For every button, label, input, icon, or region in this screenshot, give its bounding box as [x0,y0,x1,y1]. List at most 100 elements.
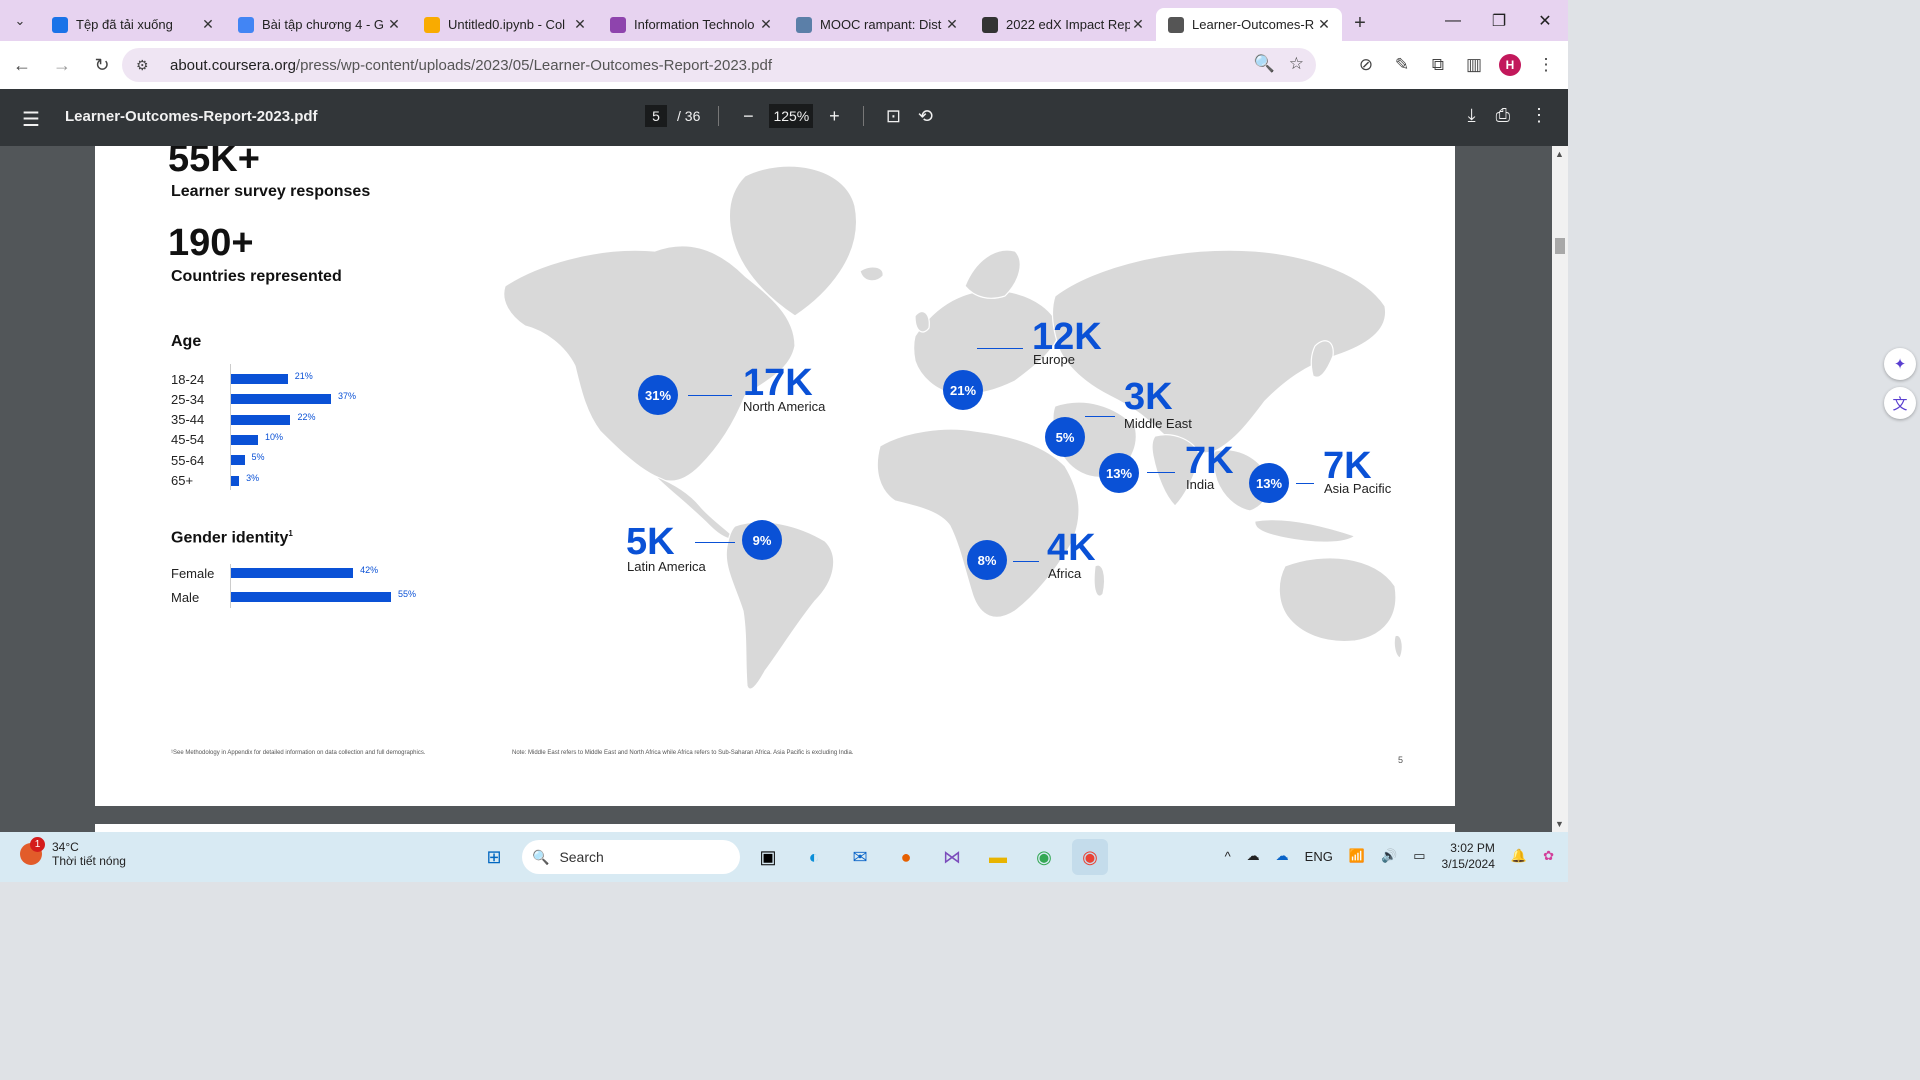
reload-icon[interactable]: ↻ [84,47,120,83]
notification-bell-icon[interactable]: 🔔 [1511,848,1527,864]
tab-close-icon[interactable]: ✕ [572,16,588,33]
europe-connector [977,348,1023,349]
side-panel-icon[interactable]: ▥ [1460,51,1488,79]
taskbar-search[interactable]: 🔍 Search [522,840,740,874]
pdf-toolbar: ☰ Learner-Outcomes-Report-2023.pdf 5 / 3… [0,89,1568,146]
zoom-level-input[interactable]: 125% [769,104,814,128]
volume-icon[interactable]: 🔊 [1381,848,1397,864]
mail-icon[interactable]: ✉ [842,839,878,875]
task-view-icon[interactable]: ▣ [750,839,786,875]
back-icon[interactable]: ← [4,47,40,83]
colab-icon [424,16,440,33]
latin-america-label: Latin America [627,559,706,574]
pen-extension-icon[interactable]: ✎ [1388,51,1416,79]
tray-overflow-icon[interactable]: ^ [1225,849,1231,864]
browser-tab[interactable]: 2022 edX Impact Rep ✕ [970,8,1156,41]
age-label: 18-24 [171,371,205,387]
rotate-icon[interactable]: ⟲ [914,106,936,127]
tab-close-icon[interactable]: ✕ [386,16,402,33]
translate-icon[interactable]: 文 [1884,387,1916,419]
tab-close-icon[interactable]: ✕ [758,16,774,33]
scroll-up-icon[interactable]: ▲ [1555,149,1564,159]
forward-icon[interactable]: → [44,47,80,83]
north-america-connector [688,395,732,396]
tab-close-icon[interactable]: ✕ [1316,16,1332,33]
map-new-zealand [1393,634,1403,659]
page-number-input[interactable]: 5 [645,105,667,127]
language-indicator[interactable]: ENG [1305,849,1333,864]
pdf-menu-icon[interactable]: ☰ [22,107,40,132]
north-america-count: 17K [743,362,813,404]
wifi-icon[interactable]: 📶 [1349,848,1365,864]
weather-widget[interactable]: 1 34°C Thời tiết nóng [20,837,126,868]
address-bar[interactable]: ⚙ about.coursera.org/press/wp-content/up… [122,48,1316,82]
battery-icon[interactable]: ▭ [1413,848,1425,864]
browser-menu-icon[interactable]: ⋮ [1532,51,1560,79]
tab-close-icon[interactable]: ✕ [200,16,216,33]
firefox-icon[interactable]: ● [888,839,924,875]
browser-tab[interactable]: Bài tập chương 4 - G ✕ [226,8,412,41]
onedrive-icon[interactable]: ☁ [1276,848,1289,864]
edx-icon [982,16,998,33]
restore-icon[interactable]: ❐ [1476,0,1522,41]
cloud-icon[interactable]: ☁ [1247,848,1260,864]
scrollbar[interactable]: ▲ ▼ [1552,146,1568,832]
print-icon[interactable]: ⎙ [1496,105,1510,126]
new-tab-button[interactable]: + [1342,12,1378,35]
clock[interactable]: 3:02 PM 3/15/2024 [1442,840,1495,872]
age-value: 22% [297,411,316,422]
zoom-icon[interactable]: 🔍 [1254,54,1275,74]
site-info-icon[interactable]: ⚙ [136,57,156,74]
tab-close-icon[interactable]: ✕ [944,16,960,33]
url-text[interactable]: about.coursera.org/press/wp-content/uplo… [170,57,772,74]
extension-icon[interactable]: ⊘ [1352,51,1380,79]
bookmark-star-icon[interactable]: ☆ [1289,54,1304,74]
clock-time: 3:02 PM [1450,841,1495,855]
chrome-profile-d-icon[interactable]: ◉ [1026,839,1062,875]
age-bar [231,434,259,445]
age-bar [231,414,291,425]
age-label: 35-44 [171,412,205,428]
divider [718,106,720,126]
copilot-icon[interactable]: ✿ [1543,848,1554,864]
browser-tab[interactable]: Tệp đã tải xuống ✕ [40,8,226,41]
europe-percent-bubble: 21% [943,370,983,410]
middle-east-label: Middle East [1124,416,1192,431]
pdf-page: 55K+ Learner survey responses 190+ Count… [95,146,1455,806]
chrome-profile-h-icon[interactable]: ◉ [1072,839,1108,875]
windows-start-icon[interactable]: ⊞ [476,839,512,875]
zoom-out-icon[interactable]: − [737,106,759,127]
map-indonesia [1254,519,1357,543]
edge-icon[interactable]: ◐ [796,839,832,875]
map-africa [876,428,1080,618]
page-number: 5 [1398,755,1404,765]
copilot-icon [610,16,626,33]
zoom-in-icon[interactable]: + [823,106,845,127]
asia-pacific-label: Asia Pacific [1324,481,1392,496]
extensions-puzzle-icon[interactable]: ⧉ [1424,51,1452,79]
visual-studio-icon[interactable]: ⋈ [934,839,970,875]
download-icon[interactable]: ⤓ [1468,105,1476,126]
tab-title: Untitled0.ipynb - Col [448,17,566,32]
browser-tab[interactable]: Untitled0.ipynb - Col ✕ [412,8,598,41]
browser-tab[interactable]: Learner-Outcomes-R ✕ [1156,8,1342,41]
gender-value: 42% [360,565,379,575]
fit-page-icon[interactable]: ⊡ [882,106,904,127]
close-window-icon[interactable]: ✕ [1522,0,1568,41]
tab-search-button[interactable]: ⌄ [0,0,40,41]
profile-avatar[interactable]: H [1499,54,1521,76]
middle-east-count: 3K [1124,376,1173,418]
file-explorer-icon[interactable]: ▬ [980,839,1016,875]
countries-label: Countries represented [171,268,342,285]
age-value: 21% [294,371,313,381]
scroll-down-icon[interactable]: ▼ [1555,819,1564,829]
minimize-icon[interactable]: — [1430,0,1476,41]
india-percent-bubble: 13% [1099,453,1139,493]
europe-count: 12K [1032,316,1102,358]
scrollbar-thumb[interactable] [1555,238,1565,254]
tab-close-icon[interactable]: ✕ [1130,16,1146,33]
browser-tab[interactable]: MOOC rampant: Dist ✕ [784,8,970,41]
pdf-more-icon[interactable]: ⋮ [1530,105,1548,126]
ai-sparkle-icon[interactable]: ✦ [1884,348,1916,380]
browser-tab[interactable]: Information Technolo ✕ [598,8,784,41]
